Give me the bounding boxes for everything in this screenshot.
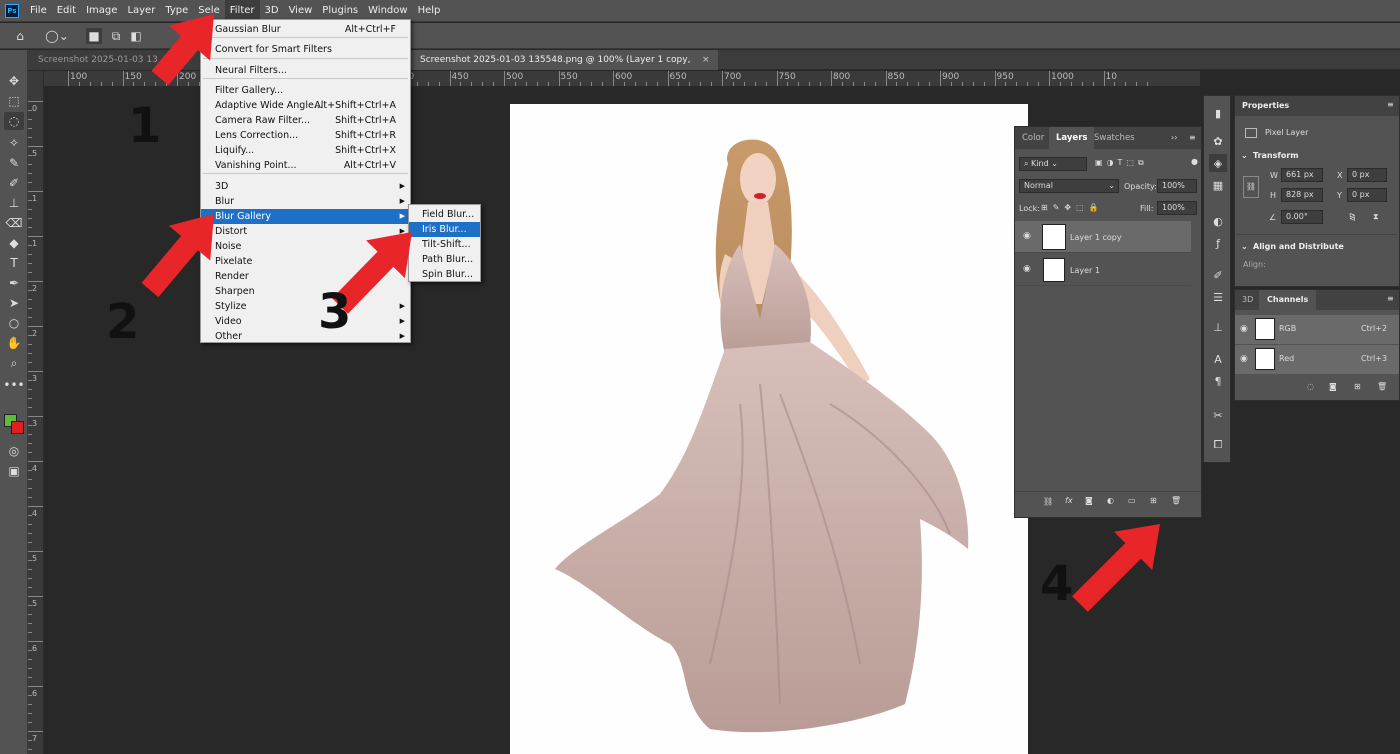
step-number-2: 2 bbox=[106, 294, 140, 350]
red-arrow-4 bbox=[1072, 524, 1160, 612]
annotation-overlay bbox=[141, 14, 1160, 612]
red-arrow-2 bbox=[141, 214, 214, 298]
step-number-3: 3 bbox=[318, 284, 352, 340]
step-number-1: 1 bbox=[128, 98, 162, 154]
step-number-4: 4 bbox=[1040, 556, 1074, 612]
red-arrow-1 bbox=[151, 14, 214, 86]
